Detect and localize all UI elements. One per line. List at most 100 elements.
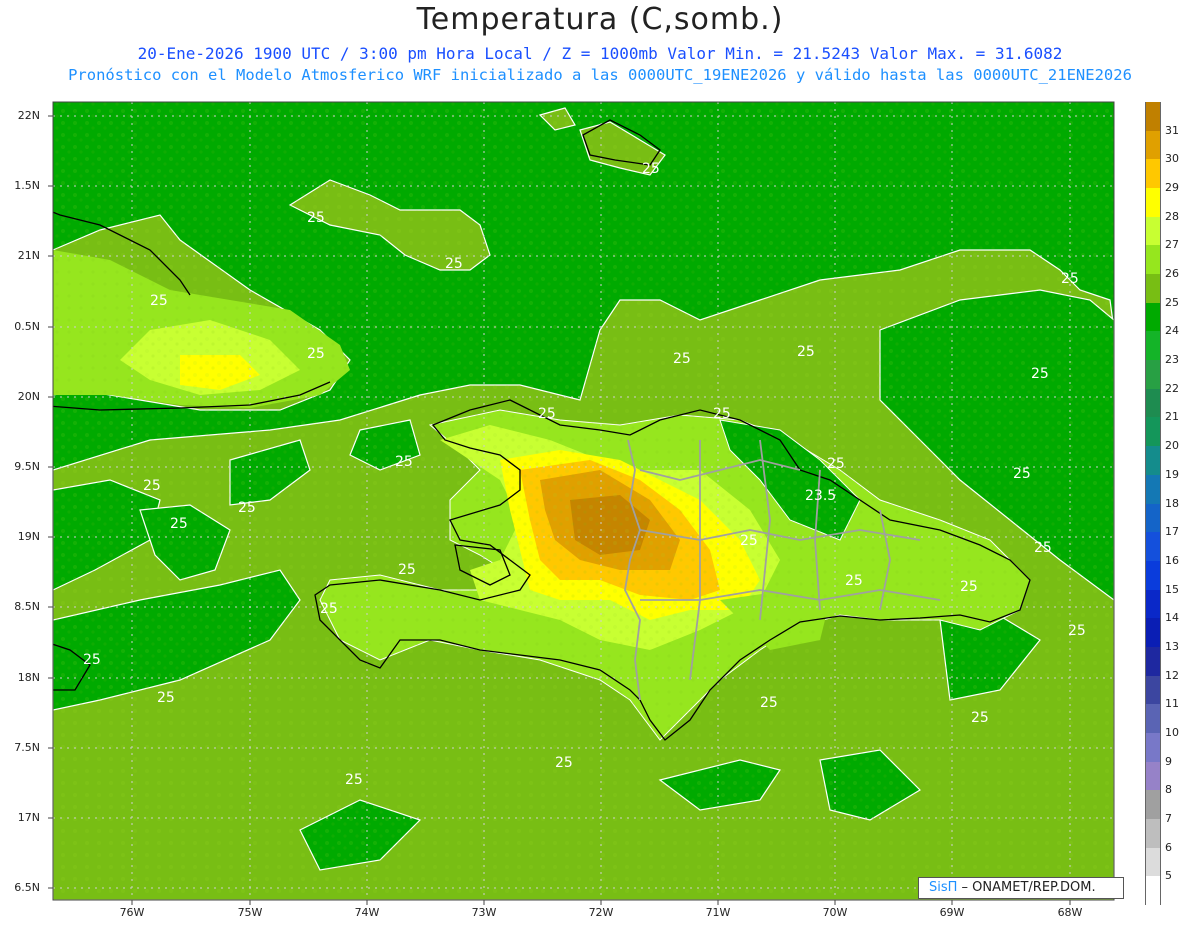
contour-label: 25 <box>538 406 556 422</box>
contour-label: 25 <box>555 755 573 771</box>
colorbar-label: 23 <box>1165 353 1179 367</box>
plot-area: 25 25 25 25 25 25 25 25 25 25 25 25 25 2… <box>53 102 1114 900</box>
colorbar-label: 7 <box>1165 811 1172 825</box>
lon-label: 72W <box>588 906 614 919</box>
colorbar-label: 24 <box>1165 324 1179 338</box>
lon-label: 76W <box>119 906 145 919</box>
contour-label: 25 <box>960 579 978 595</box>
colorbar-swatch <box>1145 302 1161 332</box>
contour-label: 25 <box>150 293 168 309</box>
colorbar-swatch <box>1145 790 1161 820</box>
contour-label: 25 <box>1068 623 1086 639</box>
temperature-map: 25 25 25 25 25 25 25 25 25 25 25 25 25 2… <box>48 101 1115 905</box>
lat-label: 1.5N <box>14 179 40 192</box>
contour-label: 25 <box>157 690 175 706</box>
colorbar-swatch <box>1145 532 1161 562</box>
colorbar-swatch <box>1145 876 1161 906</box>
colorbar-swatch <box>1145 216 1161 246</box>
colorbar-swatch <box>1145 102 1161 132</box>
contour-label: 25 <box>845 573 863 589</box>
contour-label: 25 <box>971 710 989 726</box>
colorbar-label: 17 <box>1165 525 1179 539</box>
contour-label: 25 <box>345 772 363 788</box>
lon-label: 69W <box>939 906 965 919</box>
colorbar-label: 15 <box>1165 582 1179 596</box>
colorbar-label: 25 <box>1165 295 1179 309</box>
contour-label: 25 <box>170 516 188 532</box>
lat-label: 9.5N <box>14 460 40 473</box>
colorbar-swatch <box>1145 560 1161 591</box>
colorbar-label: 21 <box>1165 410 1179 424</box>
lon-label: 75W <box>237 906 263 919</box>
credit-org: – ONAMET/REP.DOM. <box>957 880 1096 895</box>
lon-label: 71W <box>705 906 731 919</box>
colorbar-swatch <box>1145 761 1161 791</box>
colorbar-label: 29 <box>1165 181 1179 195</box>
lon-label: 73W <box>471 906 497 919</box>
contour-label: 25 <box>1034 540 1052 556</box>
colorbar-swatch <box>1145 618 1161 648</box>
colorbar-label: 16 <box>1165 553 1179 567</box>
contour-label: 25 <box>760 695 778 711</box>
colorbar-swatch <box>1145 675 1161 705</box>
lat-label: 18N <box>17 671 40 684</box>
contour-label: 25 <box>1031 366 1049 382</box>
colorbar-swatch <box>1145 818 1161 849</box>
contour-label: 25 <box>1013 466 1031 482</box>
colorbar-swatch <box>1145 446 1161 476</box>
credit-box: SisΠ – ONAMET/REP.DOM. <box>918 877 1124 899</box>
colorbar-swatch <box>1145 646 1161 677</box>
lat-label: 21N <box>17 249 40 262</box>
colorbar-label: 28 <box>1165 209 1179 223</box>
contour-label: 25 <box>143 478 161 494</box>
contour-label: 25 <box>238 500 256 516</box>
contour-label: 25 <box>398 562 416 578</box>
lat-label: 17N <box>17 811 40 824</box>
colorbar-label: 26 <box>1165 267 1179 281</box>
lat-label: 7.5N <box>14 741 40 754</box>
colorbar-label: 13 <box>1165 639 1179 653</box>
colorbar-label: 19 <box>1165 467 1179 481</box>
lat-label: 6.5N <box>14 881 40 894</box>
colorbar-swatch <box>1145 417 1161 447</box>
colorbar-swatch <box>1145 589 1161 619</box>
contour-label: 25 <box>307 346 325 362</box>
lon-label: 74W <box>354 906 380 919</box>
colorbar-swatch <box>1145 388 1161 418</box>
contour-label: 25 <box>445 256 463 272</box>
lat-label: 0.5N <box>14 320 40 333</box>
lat-label: 19N <box>17 530 40 543</box>
colorbar-label: 20 <box>1165 439 1179 453</box>
contour-label: 25 <box>827 456 845 472</box>
contour-label: 25 <box>713 406 731 422</box>
colorbar-label: 8 <box>1165 783 1172 797</box>
colorbar-swatch <box>1145 732 1161 763</box>
credit-brand: SisΠ <box>929 880 958 895</box>
lon-label: 70W <box>822 906 848 919</box>
colorbar-label: 10 <box>1165 725 1179 739</box>
contour-label: 25 <box>673 351 691 367</box>
colorbar-label: 11 <box>1165 697 1179 711</box>
colorbar-swatch <box>1145 130 1161 160</box>
lat-label: 22N <box>17 109 40 122</box>
contour-label: 23.5 <box>805 488 836 504</box>
colorbar-swatch <box>1145 331 1161 361</box>
colorbar-swatch <box>1145 360 1161 390</box>
colorbar-swatch <box>1145 159 1161 189</box>
contour-label: 25 <box>395 454 413 470</box>
contour-label: 25 <box>740 533 758 549</box>
colorbar-swatch <box>1145 503 1161 533</box>
colorbar-swatch <box>1145 274 1161 304</box>
colorbar-swatch <box>1145 474 1161 504</box>
colorbar-label: 31 <box>1165 123 1179 137</box>
colorbar-label: 12 <box>1165 668 1179 682</box>
contour-label: 25 <box>1061 271 1079 287</box>
colorbar-swatch <box>1145 245 1161 275</box>
colorbar-swatch <box>1145 847 1161 877</box>
colorbar-label: 27 <box>1165 238 1179 252</box>
contour-label: 25 <box>307 210 325 226</box>
colorbar-label: 18 <box>1165 496 1179 510</box>
colorbar-swatch <box>1145 704 1161 734</box>
colorbar-swatch <box>1145 188 1161 218</box>
colorbar-label: 5 <box>1165 869 1172 883</box>
